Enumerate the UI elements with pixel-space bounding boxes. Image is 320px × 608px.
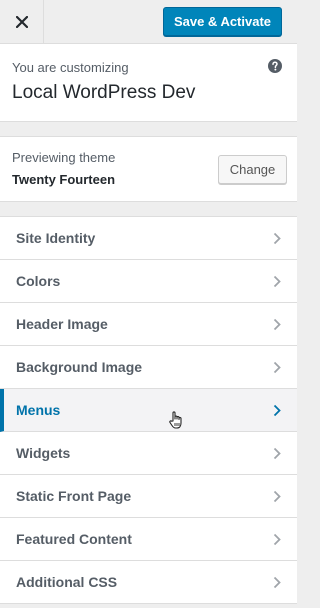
close-icon [15,15,28,28]
customize-info: You are customizing Local WordPress Dev [0,44,297,122]
section-label: Additional CSS [16,574,118,590]
section-header-image[interactable]: Header Image [0,303,297,346]
chevron-right-icon [273,318,281,331]
customizer-header: Save & Activate [0,0,297,44]
close-button[interactable] [0,0,44,43]
help-icon[interactable] [268,59,282,73]
hand-cursor-icon [169,411,182,429]
change-theme-button[interactable]: Change [218,155,287,184]
customizer-sections: Site Identity Colors Header Image Backgroun… [0,216,297,604]
section-site-identity[interactable]: Site Identity [0,217,297,260]
chevron-right-icon [273,447,281,460]
section-colors[interactable]: Colors [0,260,297,303]
section-widgets[interactable]: Widgets [0,432,297,475]
theme-preview-panel: Previewing theme Twenty Fourteen Change [0,136,297,202]
section-featured-content[interactable]: Featured Content [0,518,297,561]
section-background-image[interactable]: Background Image [0,346,297,389]
site-title: Local WordPress Dev [12,82,196,103]
previewing-theme-label: Previewing theme [12,150,116,165]
section-label: Site Identity [16,230,96,246]
section-additional-css[interactable]: Additional CSS [0,561,297,604]
chevron-right-icon [273,533,281,546]
section-label: Colors [16,273,61,289]
customizing-label: You are customizing [12,60,129,75]
section-label: Widgets [16,445,71,461]
save-activate-button[interactable]: Save & Activate [163,7,282,36]
section-label: Menus [16,402,61,418]
chevron-right-icon [273,361,281,374]
chevron-right-icon [273,490,281,503]
chevron-right-icon [273,232,281,245]
section-static-front-page[interactable]: Static Front Page [0,475,297,518]
section-label: Static Front Page [16,488,132,504]
section-menus[interactable]: Menus [0,389,297,432]
theme-name: Twenty Fourteen [12,172,116,187]
chevron-right-icon [273,275,281,288]
chevron-right-icon [273,576,281,589]
section-label: Featured Content [16,531,132,547]
section-label: Background Image [16,359,143,375]
chevron-right-icon [273,404,281,417]
section-label: Header Image [16,316,108,332]
